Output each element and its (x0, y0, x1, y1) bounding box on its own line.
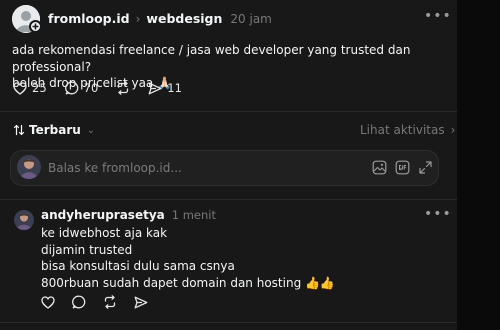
comment-button[interactable]: 70 (64, 81, 99, 95)
send-icon (148, 82, 162, 95)
view-activity-label: Lihat aktivitas (360, 123, 445, 137)
reply-header: andyheruprasetya 1 menit (41, 208, 216, 222)
image-icon[interactable] (372, 160, 387, 175)
heart-icon (13, 81, 27, 95)
reply-more-icon[interactable]: ••• (424, 206, 452, 222)
share-count: 11 (167, 81, 182, 95)
comment-count: 70 (83, 81, 99, 95)
reply-time: 1 menit (171, 208, 216, 222)
comment-bubble-icon (64, 81, 79, 95)
like-button[interactable]: 25 (13, 81, 47, 95)
reply-text-line: ke idwebhost aja kak (41, 226, 168, 240)
follow-plus-icon[interactable] (29, 20, 42, 33)
reply-author-avatar[interactable] (14, 210, 34, 230)
thread-panel: fromloop.id › webdesign 20 jam ••• ada r… (0, 0, 458, 330)
reply-username[interactable]: andyheruprasetya (41, 208, 165, 222)
chevron-right-icon: › (135, 11, 141, 26)
reply-text-line: dijamin trusted (41, 242, 133, 257)
reply-text-line: 800rbuan sudah dapet domain dan hosting … (41, 275, 335, 290)
repost-icon[interactable] (103, 295, 117, 309)
post-time: 20 jam (230, 11, 272, 26)
like-count: 25 (32, 81, 47, 95)
post-actions: 25 70 11 (13, 81, 182, 95)
share-button[interactable]: 11 (148, 81, 182, 95)
reply-text-line: bisa konsultasi dulu sama csnya (41, 259, 235, 273)
reply-input[interactable]: Balas ke fromloop.id... (48, 161, 182, 175)
reply-text: ke idwebhost aja kak dijamin trusted bis… (41, 225, 441, 291)
expand-icon[interactable] (418, 160, 433, 175)
comment-bubble-icon[interactable] (72, 295, 86, 309)
repost-button[interactable] (116, 81, 130, 95)
sort-dropdown[interactable]: Terbaru ⌄ (13, 123, 95, 137)
sort-label: Terbaru (29, 123, 81, 137)
view-activity-link[interactable]: Lihat aktivitas › (360, 123, 455, 137)
chevron-right-icon: › (450, 123, 456, 137)
post-text-line: ada rekomendasi freelance / jasa web dev… (12, 43, 411, 74)
chevron-down-icon: ⌄ (86, 124, 96, 136)
divider (0, 322, 457, 323)
right-rail (457, 0, 500, 330)
current-user-avatar[interactable] (17, 155, 41, 179)
post-username[interactable]: fromloop.id (48, 11, 130, 26)
post-header: fromloop.id › webdesign 20 jam (48, 11, 272, 26)
divider (0, 111, 457, 112)
sort-arrows-icon (13, 124, 25, 136)
reply-actions (41, 295, 148, 309)
send-icon[interactable] (134, 296, 148, 309)
divider (0, 199, 457, 200)
heart-icon[interactable] (41, 295, 55, 309)
gif-icon[interactable] (395, 160, 410, 175)
repost-icon (116, 81, 130, 95)
post-more-icon[interactable]: ••• (424, 8, 452, 24)
reply-tools (372, 160, 433, 175)
post-topic[interactable]: webdesign (146, 11, 222, 26)
